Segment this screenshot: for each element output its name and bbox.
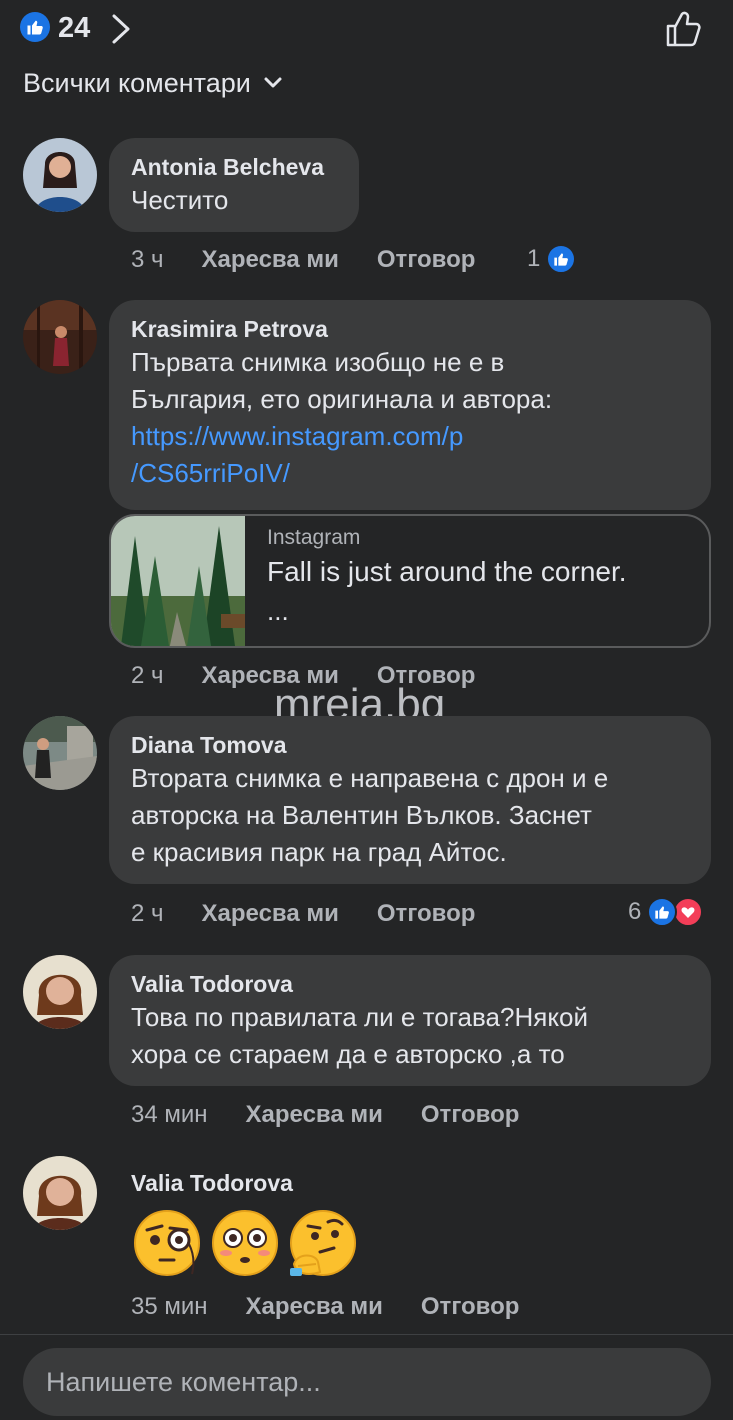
comment-author[interactable]: Antonia Belcheva xyxy=(131,152,337,182)
comment-bubble: Krasimira Petrova Първата снимка изобщо … xyxy=(109,300,711,510)
filter-label: Всички коментари xyxy=(23,67,251,98)
like-button[interactable]: Харесва ми xyxy=(202,246,339,274)
avatar[interactable] xyxy=(23,138,97,212)
top-bar: 24 xyxy=(0,0,733,60)
comment-filter-dropdown[interactable]: Всички коментари xyxy=(23,66,283,100)
comment-time[interactable]: 2 ч xyxy=(131,900,164,928)
comment-actions: 35 мин Харесва ми Отговор xyxy=(131,1290,519,1324)
reply-button[interactable]: Отговор xyxy=(421,1293,520,1321)
reply-button[interactable]: Отговор xyxy=(421,1101,520,1129)
comment-author[interactable]: Valia Todorova xyxy=(131,1168,293,1198)
reaction-count[interactable]: 24 xyxy=(58,12,90,44)
like-button[interactable]: Харесва ми xyxy=(246,1101,383,1129)
link-preview-image xyxy=(111,516,245,646)
chevron-right-icon[interactable] xyxy=(108,12,134,46)
comment-link[interactable]: /CS65rriPoIV/ xyxy=(131,455,689,492)
comment-bubble: Valia Todorova Това по правилата ли е то… xyxy=(109,955,711,1086)
comment-text-line: Това по правилата ли е тогава?Някой xyxy=(131,1002,588,1032)
comment-text-line: е красивия парк на град Айтос. xyxy=(131,837,507,867)
divider xyxy=(0,1334,733,1335)
comment-text: Честито xyxy=(131,185,229,215)
comment-text-line: Първата снимка изобщо не е в xyxy=(131,347,505,377)
thinking-face-emoji xyxy=(290,1210,356,1276)
reaction-summary[interactable]: 1 xyxy=(527,243,577,275)
comment-author[interactable]: Valia Todorova xyxy=(131,969,689,999)
reply-button[interactable]: Отговор xyxy=(377,246,476,274)
chevron-down-icon xyxy=(264,77,282,88)
comment-time[interactable]: 2 ч xyxy=(131,662,164,690)
avatar[interactable] xyxy=(23,1156,97,1230)
comment-text-line: Втората снимка е направена с дрон и е xyxy=(131,763,609,793)
reaction-count: 1 xyxy=(527,245,541,272)
comment-text-line: хора се стараем да е авторско ,а то xyxy=(131,1039,565,1069)
comment-time[interactable]: 35 мин xyxy=(131,1293,208,1321)
comment-time[interactable]: 34 мин xyxy=(131,1101,208,1129)
comment-input[interactable] xyxy=(23,1348,711,1416)
comment-bubble: Antonia Belcheva Честито xyxy=(109,138,359,232)
comment-actions: 3 ч Харесва ми Отговор xyxy=(131,243,475,277)
reply-button[interactable]: Отговор xyxy=(377,900,476,928)
link-preview-ellipsis: ... xyxy=(267,596,289,626)
link-preview-source: Instagram xyxy=(267,526,361,549)
comment-author[interactable]: Diana Tomova xyxy=(131,730,689,760)
avatar[interactable] xyxy=(23,955,97,1029)
like-reaction-icon xyxy=(20,12,50,42)
comment-actions: 34 мин Харесва ми Отговор xyxy=(131,1098,519,1132)
comment-composer xyxy=(23,1348,711,1416)
reaction-count: 6 xyxy=(628,898,642,925)
link-preview-card[interactable]: Instagram Fall is just around the corner… xyxy=(109,514,711,648)
like-button[interactable]: Харесва ми xyxy=(246,1293,383,1321)
comment-text-line: авторска на Валентин Вълков. Заснет xyxy=(131,800,592,830)
comment-link[interactable]: https://www.instagram.com/p xyxy=(131,418,689,455)
comment-actions: 2 ч Харесва ми Отговор xyxy=(131,897,475,931)
comment-bubble: Diana Tomova Втората снимка е направена … xyxy=(109,716,711,884)
like-button[interactable]: Харесва ми xyxy=(202,900,339,928)
like-icon xyxy=(546,244,577,274)
reaction-summary[interactable]: 6 xyxy=(628,896,704,928)
love-icon xyxy=(673,897,704,927)
comment-author[interactable]: Krasimira Petrova xyxy=(131,314,689,344)
avatar[interactable] xyxy=(23,300,97,374)
emoji-row xyxy=(132,1208,358,1278)
flushed-face-emoji xyxy=(212,1210,278,1276)
avatar[interactable] xyxy=(23,716,97,790)
comment-time[interactable]: 3 ч xyxy=(131,246,164,274)
like-icon xyxy=(647,897,678,927)
comment-text-line: България, ето оригинала и автора: xyxy=(131,384,553,414)
link-preview-title: Fall is just around the corner. xyxy=(267,556,627,587)
like-outline-icon[interactable] xyxy=(662,8,704,50)
face-with-monocle-emoji xyxy=(134,1210,200,1276)
